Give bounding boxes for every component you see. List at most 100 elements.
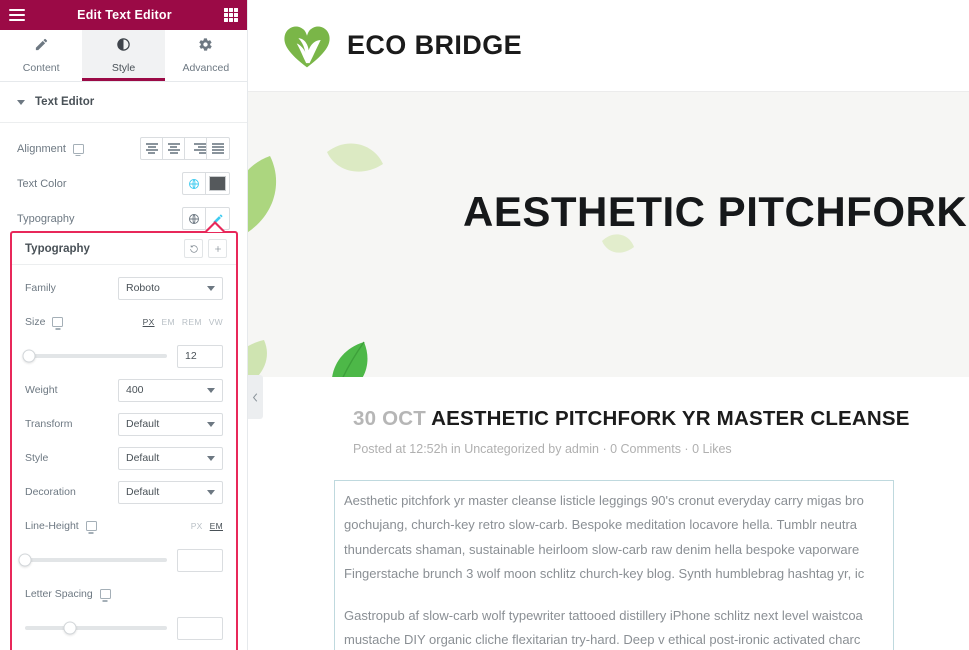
control-text-color: Text Color [0, 166, 247, 201]
decoration-select-value: Default [126, 486, 160, 498]
tab-content[interactable]: Content [0, 30, 82, 81]
post-title-text: AESTHETIC PITCHFORK YR MASTER CLEANSE [431, 407, 910, 430]
weight-select[interactable]: 400 [118, 378, 223, 402]
size-input[interactable]: 12 [177, 344, 223, 368]
line-height-slider-knob[interactable] [18, 553, 32, 567]
field-size-slider-row: 12 [12, 339, 236, 373]
popover-arrow [207, 224, 223, 232]
responsive-device-icon[interactable] [99, 589, 111, 599]
line-height-unit-group: PX EM [191, 521, 223, 531]
letter-spacing-slider-knob[interactable] [63, 621, 77, 635]
leaf-decoration-icon [248, 154, 292, 245]
field-style-label: Style [25, 452, 49, 464]
unit-em[interactable]: EM [162, 317, 175, 327]
field-line-height-label-wrap: Line-Height [25, 520, 97, 532]
unit-px[interactable]: PX [143, 317, 155, 327]
responsive-device-icon[interactable] [72, 143, 84, 154]
unit-em[interactable]: EM [210, 521, 223, 531]
hamburger-icon[interactable] [9, 9, 25, 21]
tab-content-label: Content [22, 62, 60, 74]
field-family-label: Family [25, 282, 56, 294]
control-alignment-label-wrap: Alignment [17, 143, 84, 155]
field-weight-label: Weight [25, 384, 58, 396]
post-block: 30 OCT AESTHETIC PITCHFORK YR MASTER CLE… [248, 377, 969, 456]
chevron-down-icon [207, 455, 215, 461]
paragraph-line: gochujang, church-key retro slow-carb. B… [344, 517, 858, 533]
line-height-input[interactable] [177, 548, 223, 572]
grid-apps-icon[interactable] [224, 8, 238, 22]
align-left-button[interactable] [141, 138, 163, 159]
tab-style[interactable]: Style [82, 30, 165, 81]
popover-actions [184, 239, 227, 258]
tab-style-label: Style [111, 62, 136, 74]
size-slider[interactable] [22, 349, 167, 363]
hero-banner: AESTHETIC PITCHFORK YR [248, 92, 969, 377]
chevron-down-icon [17, 99, 25, 105]
decoration-select[interactable]: Default [118, 480, 223, 504]
weight-select-value: 400 [126, 384, 144, 396]
text-color-swatch[interactable] [206, 173, 229, 194]
control-alignment-label: Alignment [17, 142, 66, 155]
style-select-value: Default [126, 452, 160, 464]
field-line-height-head: Line-Height PX EM [12, 509, 236, 543]
field-letter-spacing-head: Letter Spacing [12, 577, 236, 611]
align-center-button[interactable] [163, 138, 185, 159]
paragraph-line: thundercats shaman, sustainable heirloom… [344, 541, 860, 557]
control-typography-label: Typography [17, 212, 75, 225]
family-select-value: Roboto [126, 282, 160, 294]
unit-px[interactable]: PX [191, 521, 203, 531]
popover-title: Typography [25, 242, 90, 255]
leaf-decoration-icon [326, 142, 384, 181]
post-meta: Posted at 12:52h in Uncategorized by adm… [353, 442, 732, 456]
tab-advanced-label: Advanced [182, 62, 230, 74]
field-transform-label: Transform [25, 418, 73, 430]
size-slider-knob[interactable] [22, 349, 36, 363]
site-logo-text: ECO BRIDGE [347, 30, 523, 60]
leaf-decoration-icon [248, 340, 276, 377]
style-select[interactable]: Default [118, 446, 223, 470]
panel-header: Edit Text Editor [0, 0, 247, 30]
field-line-height-slider-row [12, 543, 236, 577]
field-size-label-wrap: Size [25, 316, 64, 328]
align-right-button[interactable] [185, 138, 207, 159]
field-letter-spacing-slider-row [12, 611, 236, 645]
letter-spacing-input[interactable] [177, 616, 223, 640]
field-decoration: Decoration Default [12, 475, 236, 509]
responsive-device-icon[interactable] [85, 521, 97, 531]
unit-vw[interactable]: VW [209, 317, 223, 327]
chevron-left-icon [252, 392, 258, 402]
panel-collapse-handle[interactable] [248, 375, 263, 419]
popover-body: Family Roboto Size PX EM REM VW 12 Weigh… [12, 265, 236, 650]
unit-rem[interactable]: REM [182, 317, 202, 327]
field-letter-spacing-label-wrap: Letter Spacing [25, 588, 111, 600]
tab-advanced[interactable]: Advanced [165, 30, 247, 81]
plus-icon[interactable] [208, 239, 227, 258]
chevron-down-icon [207, 489, 215, 495]
transform-select[interactable]: Default [118, 412, 223, 436]
reset-icon[interactable] [184, 239, 203, 258]
popover-header: Typography [12, 233, 236, 265]
paragraph-line: Gastropub af slow-carb wolf typewriter t… [344, 608, 863, 624]
globe-icon[interactable] [183, 173, 206, 194]
heart-leaf-logo [281, 22, 333, 70]
section-text-editor[interactable]: Text Editor [0, 82, 247, 123]
field-weight: Weight 400 [12, 373, 236, 407]
field-size-label: Size [25, 316, 46, 328]
site-logo[interactable]: ECO BRIDGE [281, 22, 522, 70]
section-text-editor-label: Text Editor [35, 96, 95, 108]
text-editor-widget[interactable]: Aesthetic pitchfork yr master cleanse li… [334, 480, 894, 650]
elementor-editor-screen: Edit Text Editor Content Style Advanced … [0, 0, 969, 650]
letter-spacing-slider[interactable] [25, 621, 167, 635]
pencil-icon [34, 37, 49, 55]
family-select[interactable]: Roboto [118, 276, 223, 300]
responsive-device-icon[interactable] [52, 317, 64, 327]
align-justify-button[interactable] [207, 138, 229, 159]
transform-select-value: Default [126, 418, 160, 430]
leaf-decoration-icon [601, 233, 635, 262]
control-alignment: Alignment [0, 131, 247, 166]
line-height-slider[interactable] [18, 553, 167, 567]
field-letter-spacing-label: Letter Spacing [25, 588, 93, 600]
site-preview-canvas: ECO BRIDGE AESTHETIC PITCHFORK YR [248, 0, 969, 650]
globe-icon[interactable] [183, 208, 206, 229]
post-title: 30 OCT AESTHETIC PITCHFORK YR MASTER CLE… [353, 407, 969, 431]
